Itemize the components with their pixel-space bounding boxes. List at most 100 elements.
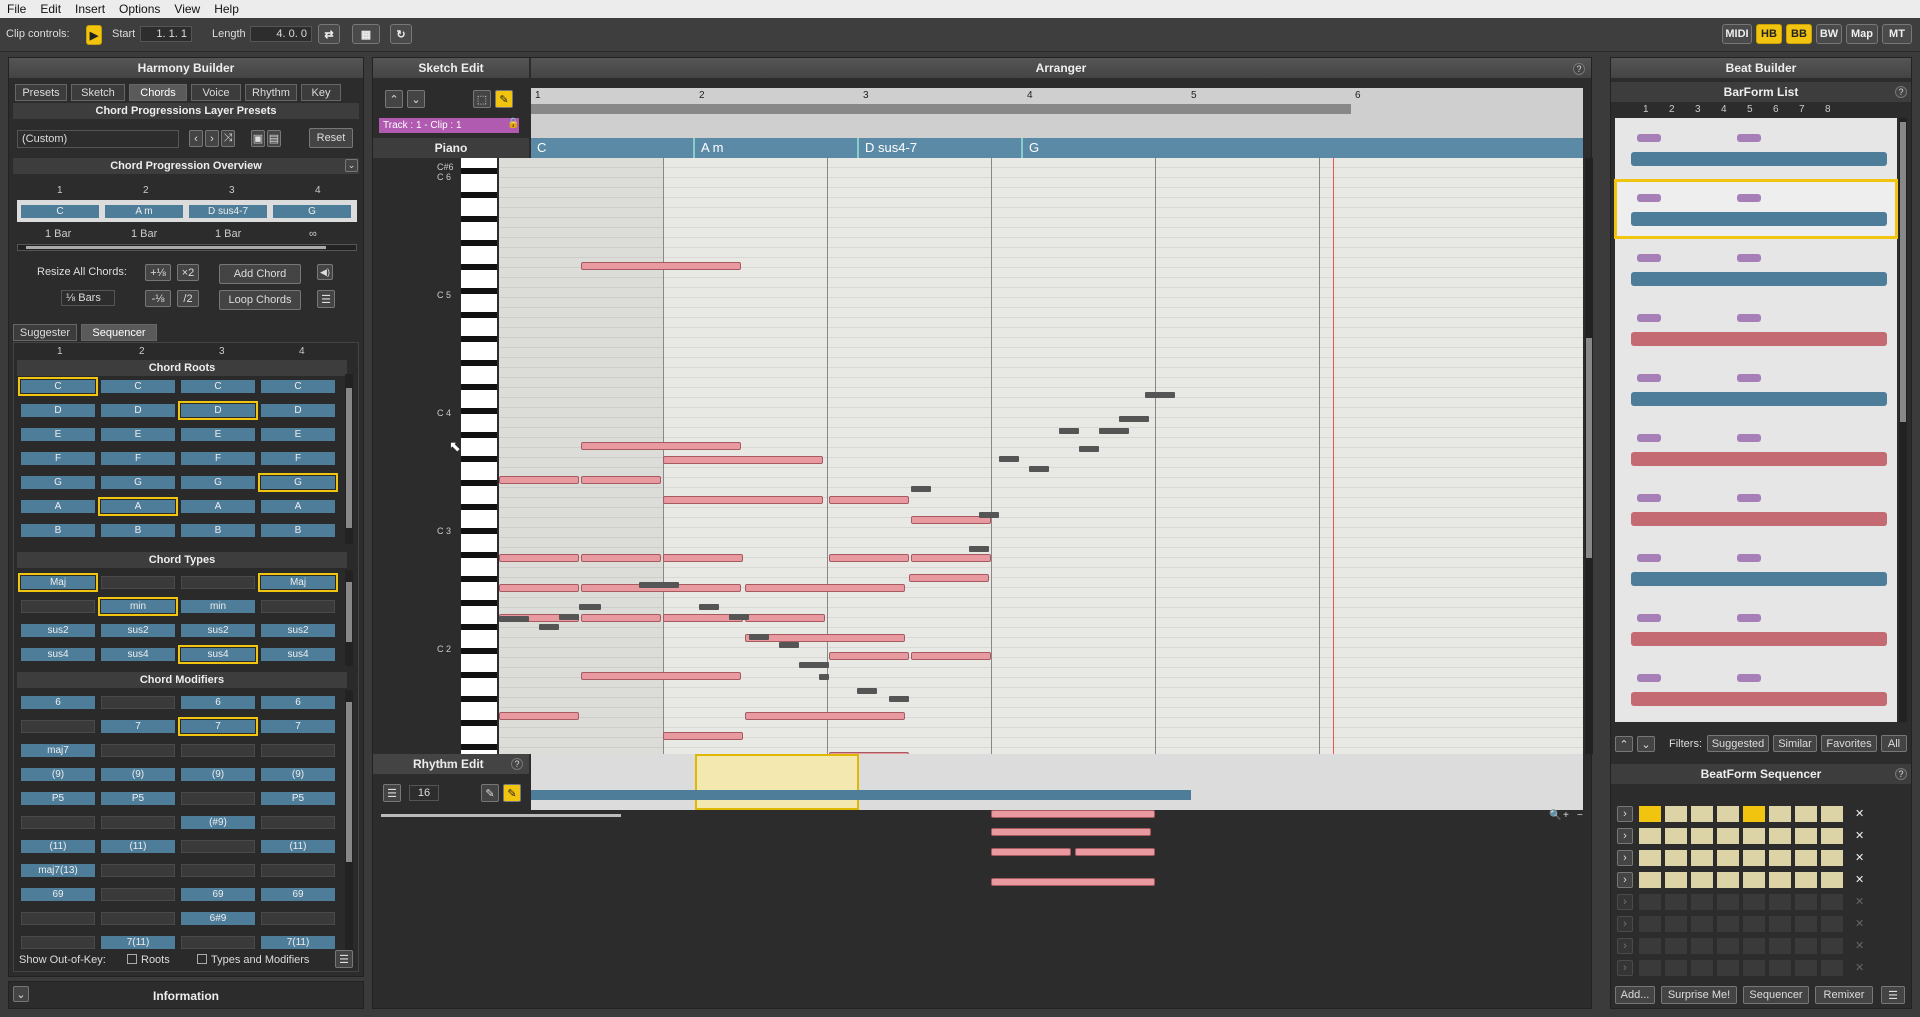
modifiers-scrollbar[interactable]	[345, 690, 353, 950]
chord-note[interactable]	[581, 614, 661, 622]
chord-modifier-cell[interactable]: 7	[178, 717, 258, 736]
sequencer-cell[interactable]	[1821, 938, 1843, 954]
overview-chord-2[interactable]: A m	[105, 205, 183, 218]
chord-modifier-cell[interactable]	[181, 792, 255, 805]
list-menu-button[interactable]: ☰	[317, 290, 335, 308]
sequencer-cell[interactable]	[1639, 806, 1661, 822]
chord-modifier-cell[interactable]: 7	[101, 720, 175, 733]
chord-modifier-cell[interactable]	[101, 912, 175, 925]
barform-item[interactable]	[1617, 362, 1895, 416]
sequencer-cell[interactable]	[1665, 806, 1687, 822]
piano-keyboard[interactable]	[461, 158, 497, 754]
melody-note[interactable]	[1119, 416, 1149, 422]
chord-segment-4[interactable]: G	[1023, 138, 1583, 158]
sequencer-cell[interactable]	[1717, 916, 1739, 932]
chord-note[interactable]	[581, 262, 741, 270]
chord-note[interactable]	[829, 496, 909, 504]
sequencer-cell[interactable]	[1639, 916, 1661, 932]
chord-modifier-cell[interactable]: 6#9	[181, 912, 255, 925]
types-checkbox[interactable]	[197, 954, 207, 964]
add-chord-button[interactable]: Add Chord	[219, 264, 301, 284]
melody-note[interactable]	[729, 614, 749, 620]
sequencer-cell[interactable]	[1639, 850, 1661, 866]
chord-modifier-cell[interactable]	[181, 840, 255, 853]
sequencer-cell[interactable]	[1743, 850, 1765, 866]
tab-sequencer[interactable]: Sequencer	[81, 324, 157, 341]
remove-row-icon[interactable]: ✕	[1855, 919, 1865, 930]
play-button[interactable]: ▶	[86, 25, 102, 45]
chord-root-cell[interactable]: G	[258, 473, 338, 492]
chord-modifier-cell[interactable]	[181, 744, 255, 757]
filter-all[interactable]: All	[1881, 735, 1907, 752]
melody-note[interactable]	[1079, 446, 1099, 452]
tab-voice[interactable]: Voice	[191, 84, 241, 101]
chord-modifier-cell[interactable]	[101, 696, 175, 709]
sequencer-cell[interactable]	[1795, 938, 1817, 954]
sequencer-cell[interactable]	[1665, 894, 1687, 910]
chord-type-cell[interactable]: sus2	[181, 624, 255, 637]
refresh-button[interactable]: ↻	[390, 24, 412, 44]
remove-row-icon[interactable]: ✕	[1855, 853, 1865, 864]
filter-similar[interactable]: Similar	[1773, 735, 1817, 752]
loop-chords-button[interactable]: Loop Chords	[219, 290, 301, 310]
filter-favorites[interactable]: Favorites	[1821, 735, 1877, 752]
zoom-minus-icon[interactable]: −	[1577, 810, 1583, 821]
horizontal-scrollbar[interactable]	[381, 814, 621, 817]
chord-modifier-cell[interactable]	[21, 912, 95, 925]
sequencer-cell[interactable]	[1821, 806, 1843, 822]
chord-modifier-cell[interactable]	[261, 816, 335, 829]
melody-note[interactable]	[499, 616, 529, 622]
sequencer-expand-button[interactable]: ›	[1617, 828, 1633, 844]
menu-file[interactable]: File	[0, 2, 33, 16]
chord-modifier-cell[interactable]: 6	[181, 696, 255, 709]
sequencer-cell[interactable]	[1665, 850, 1687, 866]
chord-modifier-cell[interactable]	[261, 744, 335, 757]
tab-key[interactable]: Key	[301, 84, 341, 101]
chord-modifier-cell[interactable]	[261, 912, 335, 925]
chord-type-cell[interactable]: sus4	[178, 645, 258, 664]
barform-scrollbar[interactable]	[1899, 118, 1907, 722]
types-scrollbar[interactable]	[345, 570, 353, 666]
chord-root-cell[interactable]: C	[101, 380, 175, 393]
chord-modifier-cell[interactable]: (9)	[21, 768, 95, 781]
chord-modifier-cell[interactable]: P5	[261, 792, 335, 805]
sequencer-expand-button[interactable]: ›	[1617, 872, 1633, 888]
barform-item[interactable]	[1617, 602, 1895, 656]
chord-modifier-cell[interactable]	[101, 864, 175, 877]
sequencer-cell[interactable]	[1665, 960, 1687, 976]
sequencer-cell[interactable]	[1691, 828, 1713, 844]
chord-note[interactable]	[829, 652, 909, 660]
sequencer-cell[interactable]	[1665, 872, 1687, 888]
melody-note[interactable]	[749, 634, 769, 640]
overview-chord-3[interactable]: D sus4-7	[189, 205, 267, 218]
loop-range[interactable]	[531, 104, 1351, 114]
overview-scrollbar[interactable]	[17, 244, 357, 251]
sequencer-cell[interactable]	[1665, 938, 1687, 954]
reset-button[interactable]: Reset	[309, 128, 353, 148]
melody-note[interactable]	[779, 642, 799, 648]
chord-note[interactable]	[991, 810, 1155, 818]
sequencer-cell[interactable]	[1769, 850, 1791, 866]
chord-modifier-cell[interactable]	[21, 936, 95, 949]
sequencer-expand-button[interactable]: ›	[1617, 806, 1633, 822]
chord-root-cell[interactable]: B	[261, 524, 335, 537]
chord-modifier-cell[interactable]: maj7	[21, 744, 95, 757]
melody-note[interactable]	[979, 512, 999, 518]
resize-minus-button[interactable]: -⅛	[145, 290, 171, 307]
prev-preset-button[interactable]: ‹	[189, 130, 203, 147]
chord-modifier-cell[interactable]	[101, 888, 175, 901]
sequencer-cell[interactable]	[1639, 960, 1661, 976]
sequencer-cell[interactable]	[1743, 938, 1765, 954]
zoom-plus-icon[interactable]: +	[1563, 810, 1569, 821]
scroll-down-button[interactable]: ⌄	[407, 90, 425, 108]
sequencer-cell[interactable]	[1795, 872, 1817, 888]
chord-note[interactable]	[581, 554, 661, 562]
sequencer-cell[interactable]	[1639, 828, 1661, 844]
chord-modifier-cell[interactable]: (11)	[101, 840, 175, 853]
sequencer-cell[interactable]	[1665, 916, 1687, 932]
chord-type-cell[interactable]: sus4	[21, 648, 95, 661]
chord-root-cell[interactable]: D	[178, 401, 258, 420]
sequencer-cell[interactable]	[1795, 806, 1817, 822]
barform-item[interactable]	[1617, 662, 1895, 716]
sequencer-cell[interactable]	[1691, 806, 1713, 822]
